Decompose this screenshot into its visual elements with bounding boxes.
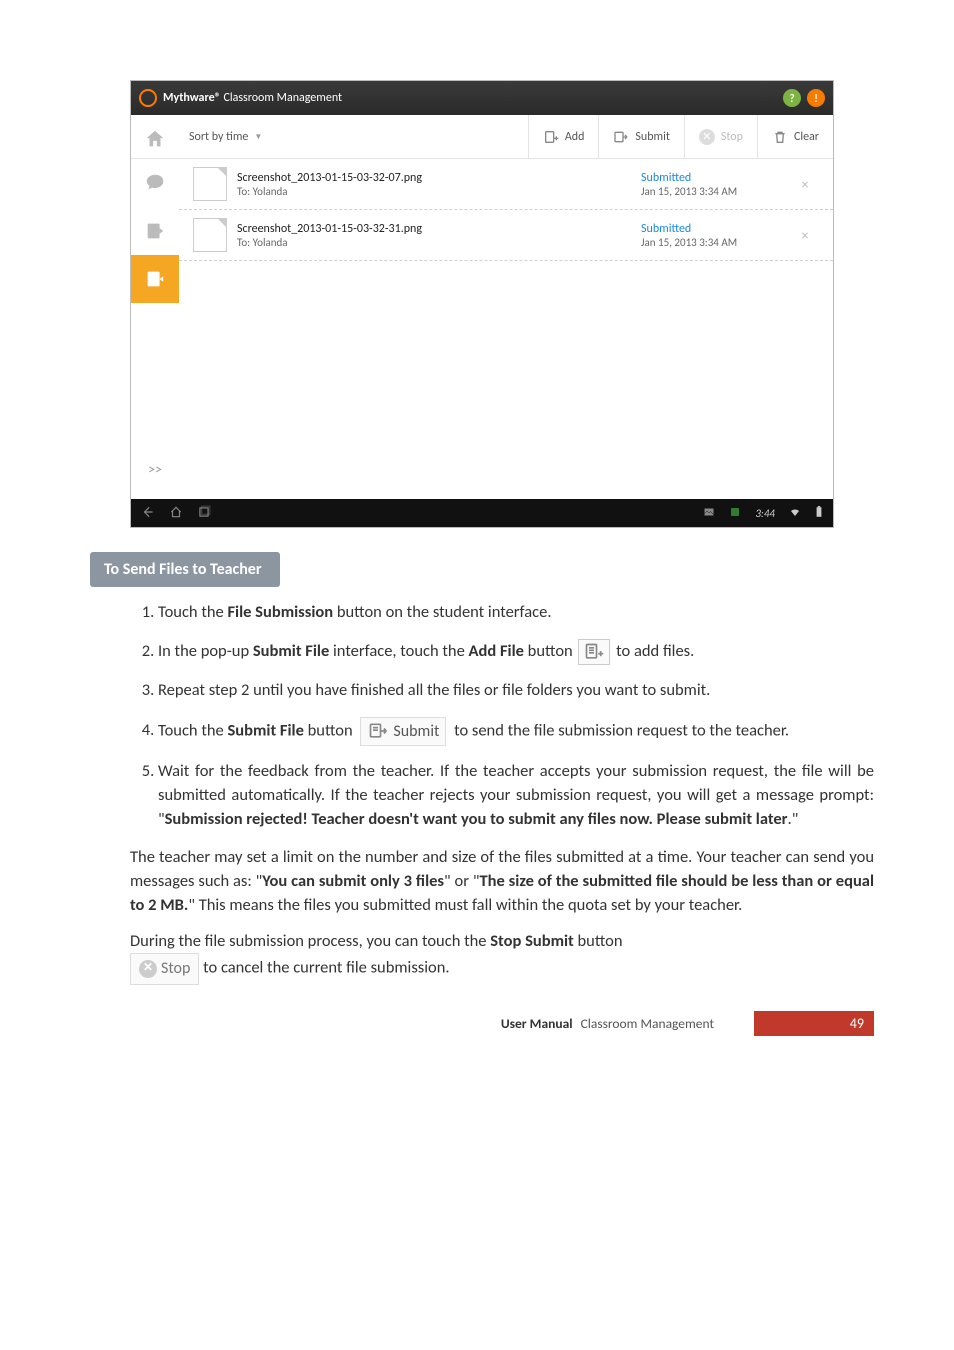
app-titlebar: Mythware® Classroom Management ? ! xyxy=(131,81,833,115)
stop-submit-inline-button: ✕ Stop xyxy=(130,953,199,984)
nav-home-icon[interactable] xyxy=(169,505,183,522)
list-item[interactable]: Screenshot_2013-01-15-03-32-31.png To: Y… xyxy=(179,210,833,261)
system-navbar: 3:44 xyxy=(131,499,833,527)
help-icon[interactable]: ? xyxy=(783,89,801,107)
file-name: Screenshot_2013-01-15-03-32-07.png xyxy=(237,171,641,185)
page-number: 49 xyxy=(754,1011,874,1036)
file-recipient: To: Yolanda xyxy=(237,185,641,198)
app-subtitle: Classroom Management xyxy=(223,91,342,105)
footer-subtitle: Classroom Management xyxy=(581,1015,714,1032)
file-status: Submitted xyxy=(641,222,791,236)
rail-home-icon[interactable] xyxy=(131,115,179,163)
file-recipient: To: Yolanda xyxy=(237,236,641,249)
remove-row-button[interactable]: × xyxy=(791,176,819,193)
file-list: Screenshot_2013-01-15-03-32-07.png To: Y… xyxy=(179,159,833,499)
sort-dropdown[interactable]: Sort by time ▼ xyxy=(179,115,528,158)
rail-chat-icon[interactable] xyxy=(131,159,179,207)
add-file-icon xyxy=(578,639,610,665)
list-item[interactable]: Screenshot_2013-01-15-03-32-07.png To: Y… xyxy=(179,159,833,210)
instruction-step: In the pop-up Submit File interface, tou… xyxy=(158,639,874,665)
add-button[interactable]: Add xyxy=(528,115,599,158)
status-app-icon xyxy=(729,506,741,521)
rail-submit-icon[interactable] xyxy=(131,255,179,303)
rail-receive-icon[interactable] xyxy=(131,207,179,255)
footer-label: User Manual xyxy=(501,1015,573,1032)
clear-label: Clear xyxy=(794,130,819,144)
submit-file-inline-button: Submit xyxy=(360,717,446,746)
nav-back-icon[interactable] xyxy=(141,505,155,522)
status-gallery-icon xyxy=(703,506,715,521)
nav-recent-icon[interactable] xyxy=(197,505,211,522)
add-label: Add xyxy=(565,130,585,144)
status-time: 3:44 xyxy=(755,507,775,520)
clear-button[interactable]: Clear xyxy=(757,115,833,158)
submit-label: Submit xyxy=(635,130,669,144)
stop-icon: ✕ xyxy=(699,129,715,145)
sort-label: Sort by time xyxy=(189,130,248,144)
page-footer: User Manual Classroom Management 49 xyxy=(130,1011,874,1036)
body-paragraph: During the file submission process, you … xyxy=(130,930,874,985)
file-name: Screenshot_2013-01-15-03-32-31.png xyxy=(237,222,641,236)
instruction-step: Touch the Submit File button Submit to s… xyxy=(158,717,874,746)
instruction-step: Wait for the feedback from the teacher. … xyxy=(158,760,874,832)
file-date: Jan 15, 2013 3:34 AM xyxy=(641,236,791,249)
file-thumb-icon xyxy=(193,218,227,252)
stop-label: Stop xyxy=(721,130,743,144)
battery-icon xyxy=(815,506,823,521)
wifi-icon xyxy=(789,506,801,521)
toolbar: Sort by time ▼ Add Submit ✕ Stop Clear xyxy=(131,115,833,159)
instruction-step: Repeat step 2 until you have finished al… xyxy=(158,679,874,703)
stop-icon: ✕ xyxy=(139,960,157,978)
body-paragraph: The teacher may set a limit on the numbe… xyxy=(130,846,874,918)
section-heading: To Send Files to Teacher xyxy=(90,552,280,587)
alert-icon[interactable]: ! xyxy=(807,89,825,107)
file-status: Submitted xyxy=(641,171,791,185)
app-title: Mythware® Classroom Management xyxy=(163,91,342,105)
expand-rail-button[interactable]: >> xyxy=(131,449,179,489)
instruction-step: Touch the File Submission button on the … xyxy=(158,601,874,625)
file-thumb-icon xyxy=(193,167,227,201)
submit-button[interactable]: Submit xyxy=(598,115,683,158)
remove-row-button[interactable]: × xyxy=(791,227,819,244)
left-nav-rail xyxy=(131,159,179,499)
app-brand: Mythware® xyxy=(163,91,221,105)
stop-button[interactable]: ✕ Stop xyxy=(684,115,757,158)
file-date: Jan 15, 2013 3:34 AM xyxy=(641,185,791,198)
app-screenshot: Mythware® Classroom Management ? ! Sort … xyxy=(130,80,834,528)
chevron-down-icon: ▼ xyxy=(254,132,262,142)
app-logo-icon xyxy=(139,89,157,107)
instruction-list: Touch the File Submission button on the … xyxy=(130,601,874,832)
